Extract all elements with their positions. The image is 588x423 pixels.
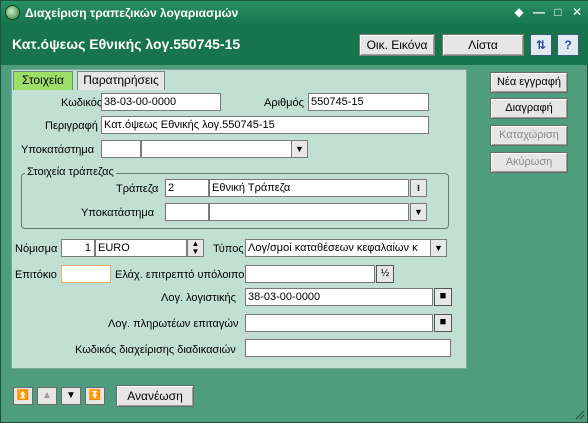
process-code-label: Κωδικός διαχείρισης διαδικασιών <box>75 344 236 356</box>
maximize-icon[interactable]: □ <box>550 5 566 21</box>
tab-details[interactable]: Στοιχεία <box>13 71 73 90</box>
bank-group-legend: Στοιχεία τράπεζας <box>25 166 116 178</box>
number-label: Αριθμός <box>264 97 304 109</box>
currency-label: Νόμισμα <box>15 243 58 255</box>
currency-spinner-icon[interactable]: ▲ ▼ <box>187 239 204 257</box>
interest-label: Επιτόκιο <box>15 269 57 281</box>
calculator-icon[interactable]: ½ <box>376 265 394 283</box>
first-record-icon[interactable]: ⏫ <box>13 387 33 405</box>
delete-button[interactable]: Διαγραφή <box>490 98 568 119</box>
bank-branch-label: Υποκατάστημα <box>81 207 155 219</box>
cancel-button[interactable]: Ακύρωση <box>490 152 568 173</box>
branch-dropdown-icon[interactable]: ▼ <box>291 140 308 158</box>
min-balance-label: Ελάχ. επιτρεπτό υπόλοιπο <box>115 269 245 281</box>
app-icon <box>5 5 20 20</box>
description-input[interactable]: Κατ.όψεως Εθνικής λογ.550745-15 <box>101 116 429 134</box>
description-label: Περιγραφή <box>45 120 98 132</box>
payment-orders-label: Λογ. πληρωτέων επιταγών <box>108 318 239 330</box>
list-button[interactable]: Λίστα <box>442 34 524 56</box>
minimize-icon[interactable]: — <box>531 5 547 21</box>
previous-record-icon[interactable]: ▲ <box>37 387 57 405</box>
payment-orders-input[interactable] <box>245 314 433 332</box>
next-record-icon[interactable]: ▼ <box>61 387 81 405</box>
family-view-button[interactable]: Οικ. Εικόνα <box>359 34 435 56</box>
record-title: Κατ.όψεως Εθνικής λογ.550745-15 <box>12 36 241 52</box>
type-dropdown-icon[interactable]: ▼ <box>430 239 447 257</box>
bank-code-input[interactable]: 2 <box>165 179 209 197</box>
branch-label: Υποκατάστημα <box>21 144 95 156</box>
min-balance-input[interactable] <box>245 265 375 283</box>
branch-code-input[interactable] <box>101 140 141 158</box>
currency-code-input[interactable]: 1 <box>61 239 95 257</box>
accounting-label: Λογ. λογιστικής <box>161 292 236 304</box>
close-icon[interactable]: ✕ <box>569 5 585 21</box>
bank-label: Τράπεζα <box>116 183 159 195</box>
sort-icon[interactable]: ⇅ <box>530 34 552 56</box>
interest-input[interactable] <box>61 265 111 283</box>
new-record-button[interactable]: Νέα εγγραφή <box>490 72 568 93</box>
number-input[interactable]: 550745-15 <box>308 93 429 111</box>
bank-lookup-icon[interactable]: ⁝ <box>410 179 427 197</box>
bank-name-input[interactable]: Εθνική Τράπεζα <box>209 179 409 197</box>
tab-notes[interactable]: Παρατηρήσεις <box>77 71 165 90</box>
bank-branch-name-input[interactable] <box>209 203 409 221</box>
refresh-button[interactable]: Ανανέωση <box>116 385 194 407</box>
last-record-icon[interactable]: ⏬ <box>85 387 105 405</box>
pin-icon[interactable]: ◆ <box>511 5 527 21</box>
bank-branch-dropdown-icon[interactable]: ▼ <box>410 203 427 221</box>
process-code-input[interactable] <box>245 339 451 357</box>
accounting-input[interactable]: 38-03-00-0000 <box>245 288 433 306</box>
currency-name-input[interactable]: EURO <box>95 239 187 257</box>
application-window: Διαχείριση τραπεζικών λογαριασμών ◆ — □ … <box>0 0 588 423</box>
help-icon[interactable]: ? <box>557 34 579 56</box>
save-button[interactable]: Καταχώριση <box>490 125 568 146</box>
title-bar: Διαχείριση τραπεζικών λογαριασμών ◆ — □ … <box>1 1 588 25</box>
payment-orders-lookup-icon[interactable]: ■ <box>434 314 452 332</box>
type-select[interactable]: Λογ/σμοί καταθέσεων κεφαλαίων κ <box>245 239 431 257</box>
type-label: Τύπος <box>213 243 244 255</box>
resize-grip-icon[interactable] <box>573 408 585 420</box>
code-input[interactable]: 38-03-00-0000 <box>101 93 221 111</box>
window-title: Διαχείριση τραπεζικών λογαριασμών <box>25 6 239 20</box>
accounting-lookup-icon[interactable]: ■ <box>434 288 452 306</box>
code-label: Κωδικός <box>61 97 103 109</box>
bank-branch-code-input[interactable] <box>165 203 209 221</box>
branch-name-input[interactable] <box>141 140 292 158</box>
